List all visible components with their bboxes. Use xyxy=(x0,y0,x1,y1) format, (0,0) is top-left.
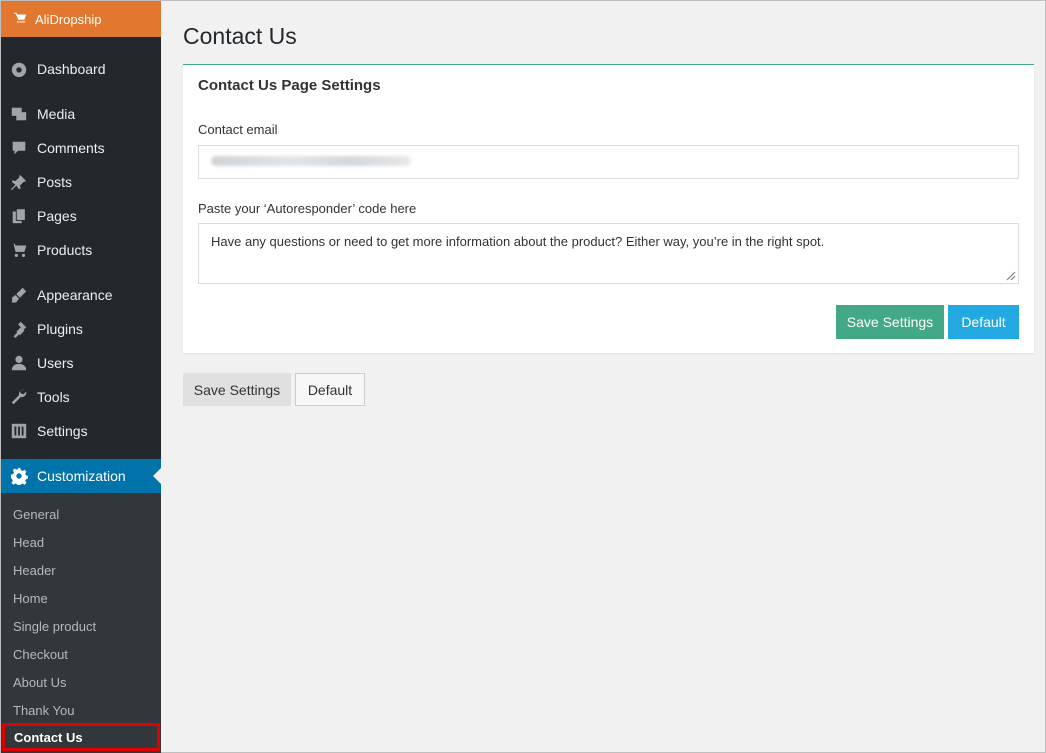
submenu-checkout[interactable]: Checkout xyxy=(1,640,161,668)
submenu-header[interactable]: Header xyxy=(1,556,161,584)
dashboard-icon xyxy=(9,59,29,79)
settings-icon xyxy=(9,421,29,441)
page-title: Contact Us xyxy=(183,23,297,49)
bottom-default-button[interactable]: Default xyxy=(295,373,365,406)
menu-label: Pages xyxy=(37,208,77,224)
menu-label: Products xyxy=(37,242,93,258)
autoresponder-textarea[interactable]: Have any questions or need to get more i… xyxy=(198,223,1019,284)
email-label: Contact email xyxy=(198,122,278,137)
save-settings-button[interactable]: Save Settings xyxy=(836,305,944,339)
menu-label: Users xyxy=(37,355,74,371)
menu-customization[interactable]: Customization xyxy=(1,459,161,493)
plug-icon xyxy=(9,319,29,339)
menu-label: Settings xyxy=(37,423,88,439)
menu-label: Comments xyxy=(37,140,105,156)
pages-icon xyxy=(9,206,29,226)
admin-sidebar: AliDropship Dashboard Media Comments Pos… xyxy=(1,1,161,753)
menu-pages[interactable]: Pages xyxy=(1,199,161,233)
menu-plugins[interactable]: Plugins xyxy=(1,312,161,346)
submenu-about-us[interactable]: About Us xyxy=(1,668,161,696)
settings-panel: Contact Us Page Settings Contact email P… xyxy=(183,64,1034,353)
panel-title: Contact Us Page Settings xyxy=(198,77,381,94)
brand-label: AliDropship xyxy=(35,11,102,27)
menu-label: Appearance xyxy=(37,287,113,303)
submenu-head[interactable]: Head xyxy=(1,528,161,556)
media-icon xyxy=(9,104,29,124)
menu-posts[interactable]: Posts xyxy=(1,165,161,199)
submenu-contact-us[interactable]: Contact Us xyxy=(2,723,160,751)
menu-label: Posts xyxy=(37,174,73,190)
bottom-save-settings-button[interactable]: Save Settings xyxy=(183,373,291,406)
menu-label: Customization xyxy=(37,468,126,484)
wrench-icon xyxy=(9,387,29,407)
customization-submenu: General Head Header Home Single product … xyxy=(1,493,161,753)
menu-tools[interactable]: Tools xyxy=(1,380,161,414)
menu-appearance[interactable]: Appearance xyxy=(1,278,161,312)
menu-users[interactable]: Users xyxy=(1,346,161,380)
menu-media[interactable]: Media xyxy=(1,97,161,131)
menu-settings[interactable]: Settings xyxy=(1,414,161,448)
autoresponder-label: Paste your ‘Autoresponder’ code here xyxy=(198,201,417,216)
submenu-home[interactable]: Home xyxy=(1,584,161,612)
cart-icon xyxy=(9,240,29,260)
submenu-general[interactable]: General xyxy=(1,500,161,528)
resize-grip-icon[interactable] xyxy=(1006,271,1016,281)
menu-label: Dashboard xyxy=(37,61,106,77)
menu-dashboard[interactable]: Dashboard xyxy=(1,52,161,86)
brush-icon xyxy=(9,285,29,305)
blurred-email-value xyxy=(211,156,411,166)
submenu-thank-you[interactable]: Thank You xyxy=(1,696,161,724)
menu-label: Tools xyxy=(37,389,70,405)
menu-label: Media xyxy=(37,106,76,122)
default-button[interactable]: Default xyxy=(948,305,1019,339)
pin-icon xyxy=(9,172,29,192)
submenu-single-product[interactable]: Single product xyxy=(1,612,161,640)
brand-header[interactable]: AliDropship xyxy=(1,1,161,37)
comments-icon xyxy=(9,138,29,158)
user-icon xyxy=(9,353,29,373)
gear-icon xyxy=(9,466,29,486)
menu-comments[interactable]: Comments xyxy=(1,131,161,165)
cart-logo-icon xyxy=(13,11,27,28)
menu-label: Plugins xyxy=(37,321,83,337)
menu-products[interactable]: Products xyxy=(1,233,161,267)
